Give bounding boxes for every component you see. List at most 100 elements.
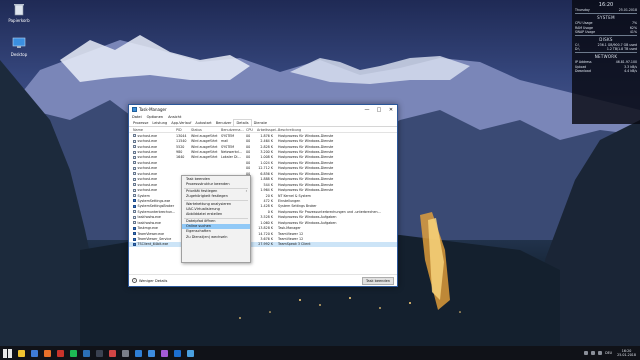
tab-services[interactable]: Dienste: [252, 120, 269, 126]
column-pid[interactable]: PID: [176, 128, 191, 132]
close-button[interactable]: ✕: [385, 105, 397, 114]
process-icon: [133, 134, 136, 138]
media-icon[interactable]: [57, 349, 64, 357]
taskbar-clock[interactable]: 16:20 25.01.2018: [617, 349, 636, 357]
process-memory: 1.888 K: [260, 177, 273, 182]
mail-icon[interactable]: [148, 349, 155, 357]
minimize-button[interactable]: —: [361, 105, 373, 114]
settings-icon[interactable]: [122, 349, 129, 357]
process-description: Hostprozess für Windows-Dienste: [278, 150, 334, 155]
steam-icon[interactable]: [96, 349, 103, 357]
photos-icon[interactable]: [161, 349, 168, 357]
process-name: Taskmgr.exe: [129, 226, 176, 230]
store-icon[interactable]: [135, 349, 142, 357]
process-description: Task-Manager: [278, 226, 301, 231]
browser-icon[interactable]: [31, 349, 38, 357]
table-row[interactable]: TSClient_64bit.exeWird ausgeführtmail002…: [129, 241, 397, 248]
table-row[interactable]: TeamViewer_Service003.676 KTeamViewer 12: [129, 236, 397, 241]
process-name: SystemSettings.exe: [129, 199, 176, 203]
table-row[interactable]: svchost.exe001.964 KHostprozess für Wind…: [129, 187, 397, 192]
process-name: Systemunterbrechun...: [129, 210, 176, 214]
process-pid: 1640: [176, 155, 185, 160]
less-details-link[interactable]: Weniger Details: [139, 279, 167, 283]
task-manager-window[interactable]: Task-Manager — □ ✕ Datei Optionen Ansich…: [128, 104, 398, 287]
process-list[interactable]: svchost.exe 13044 Wird ausgeführt SYSTEM 00 1…: [129, 133, 397, 273]
tab-strip: Prozesse Leistung App-Verlauf Autostart …: [129, 119, 397, 127]
file-explorer-icon[interactable]: [18, 349, 25, 357]
app-icon[interactable]: [109, 349, 116, 357]
tab-startup[interactable]: Autostart: [193, 120, 213, 126]
process-pid: 11540: [176, 139, 187, 144]
tab-processes[interactable]: Prozesse: [131, 120, 150, 126]
title-bar[interactable]: Task-Manager — □ ✕: [129, 105, 397, 114]
table-row[interactable]: taskhostw.exe003.528 KHostprozess für Wi…: [129, 215, 397, 220]
process-icon: [133, 232, 136, 236]
table-row[interactable]: svchost.exe 00 12.712 K Hostprozess für Win…: [129, 166, 397, 171]
tab-details[interactable]: Details: [233, 119, 252, 126]
column-description[interactable]: Beschreibung: [275, 128, 397, 132]
process-name: svchost.exe: [129, 161, 176, 165]
recycle-bin-icon: [12, 2, 26, 16]
process-name: TSClient_64bit.exe: [129, 242, 176, 246]
firefox-icon[interactable]: [44, 349, 51, 357]
process-name: SystemSettingsBroker: [129, 204, 176, 208]
process-description: Hostprozess für Windows-Dienste: [278, 177, 334, 182]
context-menu-item[interactable]: Zu Dienst(en) wechseln: [182, 235, 250, 240]
process-memory: 1.876 K: [260, 133, 273, 138]
table-row[interactable]: TeamViewer.exe0014.720 KTeamViewer 12: [129, 231, 397, 236]
table-row[interactable]: svchost.exe 00 6.856 K Hostprozess für Wind…: [129, 171, 397, 176]
table-row[interactable]: svchost.exe 980 Wird ausgeführt Netzwerkd..…: [129, 149, 397, 154]
table-row[interactable]: svchost.exe 1640 Wird ausgeführt Lokaler Di…: [129, 155, 397, 160]
table-row[interactable]: SystemSettingsBroker001.428 KSystem Sett…: [129, 204, 397, 209]
volume-icon[interactable]: [598, 351, 603, 355]
collapse-arrow-icon[interactable]: ˄: [132, 278, 137, 283]
table-row[interactable]: SystemSettings.exe00472 KEinstellungen: [129, 198, 397, 203]
menu-view[interactable]: Ansicht: [168, 115, 181, 119]
teamspeak-icon[interactable]: [83, 349, 90, 357]
process-icon: [133, 166, 136, 170]
tab-users[interactable]: Benutzer: [214, 120, 234, 126]
process-memory: 544 K: [263, 182, 273, 187]
desktop-icon-recycle-bin[interactable]: Papierkorb: [4, 2, 34, 23]
teamviewer-icon[interactable]: [174, 349, 181, 357]
table-row[interactable]: svchost.exe 00 1.024 K Hostprozess für Wind…: [129, 160, 397, 165]
tab-performance[interactable]: Leistung: [150, 120, 169, 126]
menu-options[interactable]: Optionen: [147, 115, 163, 119]
process-memory: 1.060 K: [260, 220, 273, 225]
menu-file[interactable]: Datei: [132, 115, 142, 119]
table-row[interactable]: Systemunterbrechun...000 KHostprozess fü…: [129, 209, 397, 214]
table-row[interactable]: System0020 KNT Kernel & System: [129, 193, 397, 198]
table-row[interactable]: svchost.exe001.888 KHostprozess für Wind…: [129, 177, 397, 182]
process-name: svchost.exe: [129, 145, 176, 149]
column-name[interactable]: Name: [129, 128, 176, 132]
table-row[interactable]: svchost.exe 11540 Wird ausgeführt mail 00 2.4…: [129, 138, 397, 143]
tray-arrow-icon[interactable]: [584, 351, 589, 355]
context-menu-item[interactable]: Prozessstruktur beenden: [182, 182, 250, 187]
table-row[interactable]: svchost.exe 5520 Wird ausgeführt SYSTEM 00 2.…: [129, 144, 397, 149]
maximize-button[interactable]: □: [373, 105, 385, 114]
column-status[interactable]: Status: [191, 128, 221, 132]
table-row[interactable]: svchost.exe 13044 Wird ausgeführt SYSTEM 00 1…: [129, 133, 397, 138]
context-menu[interactable]: Task beenden Prozessstruktur beenden Prior…: [181, 175, 251, 263]
widget-divider: [575, 13, 637, 14]
process-description: Hostprozess für Windows-Dienste: [278, 188, 334, 193]
language-indicator[interactable]: DEU: [605, 351, 612, 355]
table-row[interactable]: Taskmgr.exe0313.828 KTask-Manager: [129, 225, 397, 230]
process-description: Einstellungen: [278, 198, 301, 203]
tab-app-history[interactable]: App-Verlauf: [169, 120, 193, 126]
process-icon: [133, 226, 136, 230]
column-user[interactable]: Benutzerna...: [221, 128, 246, 132]
context-menu-item[interactable]: Abbilddatei erstellen: [182, 212, 250, 217]
end-task-button[interactable]: Task beenden: [361, 276, 394, 285]
context-menu-item[interactable]: Zugehörigkeit festlegen: [182, 194, 250, 199]
taskmanager-icon[interactable]: [187, 349, 194, 357]
column-cpu[interactable]: CPU: [246, 128, 257, 132]
window-title: Task-Manager: [139, 107, 167, 112]
network-icon[interactable]: [591, 351, 596, 355]
table-row[interactable]: taskhostw.exe001.060 KHostprozess für Wi…: [129, 220, 397, 225]
table-row[interactable]: svchost.exe00544 KHostprozess für Window…: [129, 182, 397, 187]
column-memory[interactable]: Arbeitsspei...: [257, 128, 279, 132]
start-button[interactable]: [3, 348, 12, 358]
spotify-icon[interactable]: [70, 349, 77, 357]
desktop-icon-desktop[interactable]: Desktop: [4, 36, 34, 57]
